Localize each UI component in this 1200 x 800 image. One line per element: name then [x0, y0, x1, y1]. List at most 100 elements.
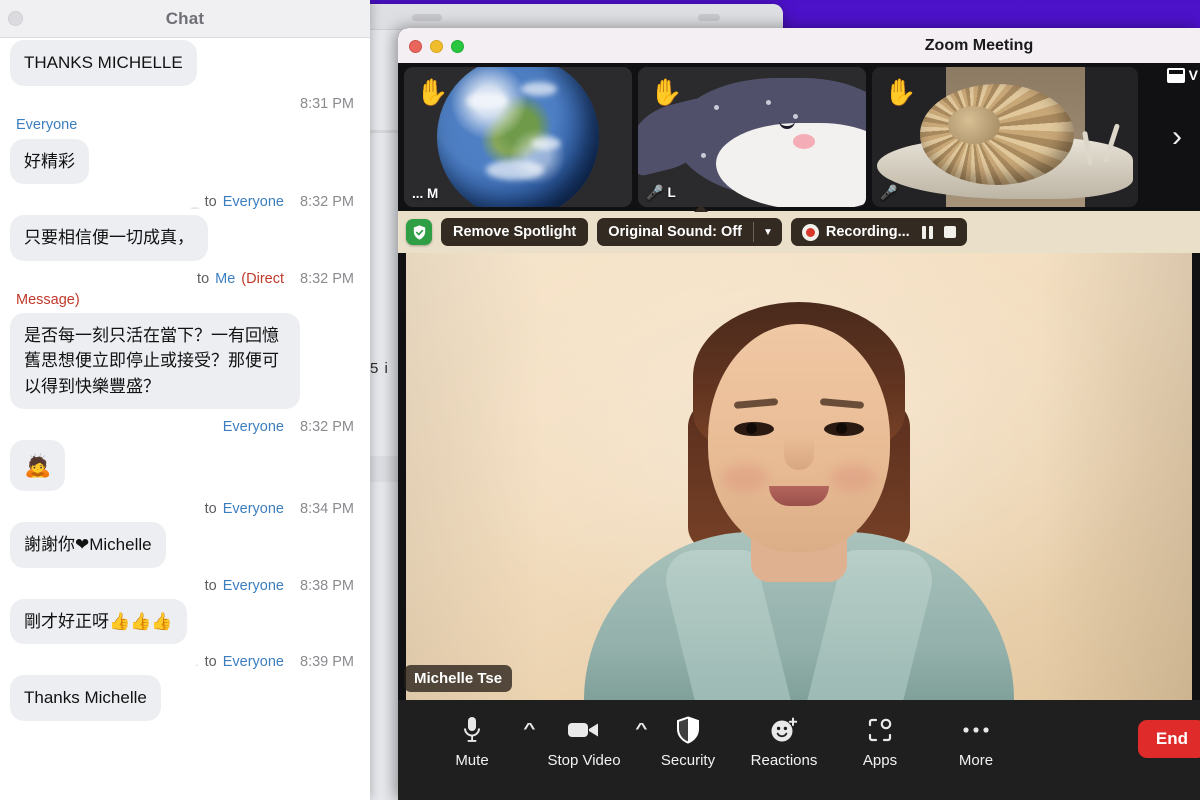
minimize-button[interactable]: [430, 40, 443, 53]
apps-icon: [867, 712, 893, 748]
original-sound-label: Original Sound: Off: [608, 224, 742, 240]
chat-titlebar: Chat: [0, 0, 370, 38]
end-meeting-button[interactable]: End: [1137, 720, 1200, 758]
eyebrow-left: [733, 398, 779, 409]
nose: [784, 436, 814, 470]
message-time: 8:32 PM: [300, 194, 354, 210]
chat-message: Everyone 8:32 PM 🙇: [8, 409, 362, 491]
message-to-label: to: [204, 194, 217, 210]
chat-window[interactable]: Chat THANKS MICHELLE 8:31 PM Everyone 好精…: [0, 0, 370, 800]
chat-message: to Everyone 8:38 PM 剛才好正呀👍👍👍: [8, 568, 362, 644]
bg-window-pill: [698, 14, 720, 21]
video-camera-icon: [567, 712, 601, 748]
snail-shell: [919, 83, 1075, 185]
message-bubble[interactable]: Thanks Michelle: [10, 675, 161, 721]
cheek-right: [830, 464, 876, 492]
participant-video-portrait: [564, 270, 1034, 700]
apps-label: Apps: [862, 752, 898, 769]
apps-button[interactable]: Apps: [832, 712, 928, 769]
message-target[interactable]: Me: [215, 271, 235, 287]
security-button[interactable]: Security: [640, 712, 736, 769]
view-switch-button[interactable]: V: [1166, 67, 1198, 83]
microphone-muted-icon: 🎤: [646, 184, 664, 200]
close-circle-icon[interactable]: [8, 11, 23, 26]
message-to-label: to: [204, 501, 217, 517]
message-target[interactable]: Everyone: [223, 578, 284, 594]
remove-spotlight-button[interactable]: Remove Spotlight: [441, 218, 589, 246]
participant-filmstrip[interactable]: ✋ ... M ✋ 🎤 L ✋ 🎤 V ›: [398, 63, 1200, 211]
pause-icon[interactable]: [921, 225, 933, 239]
maximize-button[interactable]: [451, 40, 464, 53]
stop-video-label: Stop Video: [547, 752, 621, 769]
chat-message: . to Everyone 8:39 PM Thanks Michelle: [8, 644, 362, 721]
reactions-button[interactable]: Reactions: [736, 712, 832, 769]
stop-video-button[interactable]: Stop Video ^: [528, 712, 647, 769]
message-meta: _ to Everyone 8:32 PM: [8, 186, 362, 215]
participant-thumbnail[interactable]: ✋ 🎤 L: [638, 67, 866, 207]
participant-thumbnail[interactable]: ✋ 🎤: [872, 67, 1138, 207]
remove-spotlight-label: Remove Spotlight: [453, 224, 577, 240]
reactions-label: Reactions: [750, 752, 818, 769]
zoom-window-title: Zoom Meeting: [924, 36, 1034, 54]
chat-message: to Everyone 8:34 PM 謝謝你❤Michelle: [8, 491, 362, 568]
window-controls: [409, 40, 464, 53]
message-bubble[interactable]: 剛才好正呀👍👍👍: [10, 598, 187, 644]
recording-indicator[interactable]: Recording...: [790, 218, 967, 246]
meeting-status-bar: Remove Spotlight Original Sound: Off ▼ R…: [398, 205, 1200, 253]
message-bubble[interactable]: 好精彩: [10, 138, 89, 184]
more-button[interactable]: More: [928, 712, 1024, 769]
mute-label: Mute: [455, 752, 489, 769]
message-bubble[interactable]: 是否每一刻只活在當下？一有回憶舊思想便立即停止或接受？那便可以得到快樂豐盛？: [10, 312, 300, 409]
original-sound-control[interactable]: Original Sound: Off ▼: [597, 218, 782, 246]
meeting-toolbar[interactable]: Mute ^ Stop Video ^ Security Reactions A…: [398, 700, 1200, 800]
zoom-meeting-window[interactable]: Zoom Meeting ✋ ... M ✋ 🎤 L ✋ 🎤 V › Remov…: [398, 28, 1200, 800]
message-target[interactable]: Everyone: [223, 501, 284, 517]
chat-message: THANKS MICHELLE: [8, 38, 362, 86]
original-sound-button[interactable]: Original Sound: Off: [597, 218, 753, 246]
close-button[interactable]: [409, 40, 422, 53]
eyebrow-right: [819, 398, 865, 409]
raise-hand-icon: ✋: [884, 77, 917, 107]
participant-thumbnail[interactable]: ✋ ... M: [404, 67, 632, 207]
original-sound-dropdown[interactable]: ▼: [754, 218, 782, 246]
chevron-right-icon[interactable]: ›: [1172, 122, 1182, 152]
security-label: Security: [660, 752, 716, 769]
stop-icon[interactable]: [943, 226, 956, 238]
chevron-down-icon: ▼: [762, 226, 773, 238]
message-bubble[interactable]: THANKS MICHELLE: [10, 40, 197, 86]
message-bubble[interactable]: 謝謝你❤Michelle: [10, 522, 166, 568]
message-meta: 8:31 PM: [8, 88, 362, 117]
bg-window-pill: [412, 14, 442, 21]
stage-letterbox-right: [1192, 253, 1200, 700]
message-bubble[interactable]: 🙇: [10, 440, 66, 491]
view-label: V: [1188, 67, 1198, 83]
participant-name: L: [667, 185, 676, 200]
eye-right: [824, 422, 864, 436]
message-bubble[interactable]: 只要相信便一切成真，: [10, 215, 208, 261]
recording-label: Recording...: [825, 224, 910, 240]
message-target[interactable]: Everyone: [223, 654, 284, 670]
message-meta: Everyone 8:32 PM: [8, 411, 362, 440]
microphone-icon: [461, 712, 483, 748]
face: [708, 324, 890, 552]
chat-message: _ to Everyone 8:32 PM 只要相信便一切成真，: [8, 184, 362, 261]
message-target[interactable]: Everyone: [223, 419, 284, 435]
screen: 5 i Chat THANKS MICHELLE 8:31 PM Everyon…: [0, 0, 1200, 800]
active-speaker-video[interactable]: Michelle Tse: [398, 253, 1200, 700]
encryption-shield-icon[interactable]: [406, 219, 432, 245]
message-meta: . to Everyone 8:39 PM: [8, 646, 362, 675]
chat-message: 8:31 PM Everyone 好精彩: [8, 86, 362, 184]
microphone-muted-icon: 🎤: [880, 184, 898, 200]
participant-name: ... M: [412, 186, 439, 201]
mute-button[interactable]: Mute ^: [416, 712, 536, 769]
mouth: [769, 486, 829, 506]
chat-message-list[interactable]: THANKS MICHELLE 8:31 PM Everyone 好精彩 _ t…: [0, 38, 370, 800]
background-window-text: 5 i: [370, 360, 389, 377]
message-target[interactable]: Everyone: [16, 117, 77, 133]
message-target[interactable]: Everyone: [223, 194, 284, 210]
more-label: More: [958, 752, 994, 769]
message-time: 8:32 PM: [300, 270, 354, 287]
thumbnail-name-label: 🎤 L: [646, 184, 676, 201]
message-time: 8:31 PM: [300, 95, 354, 112]
message-meta: to Me (Direct 8:32 PM: [8, 263, 362, 292]
